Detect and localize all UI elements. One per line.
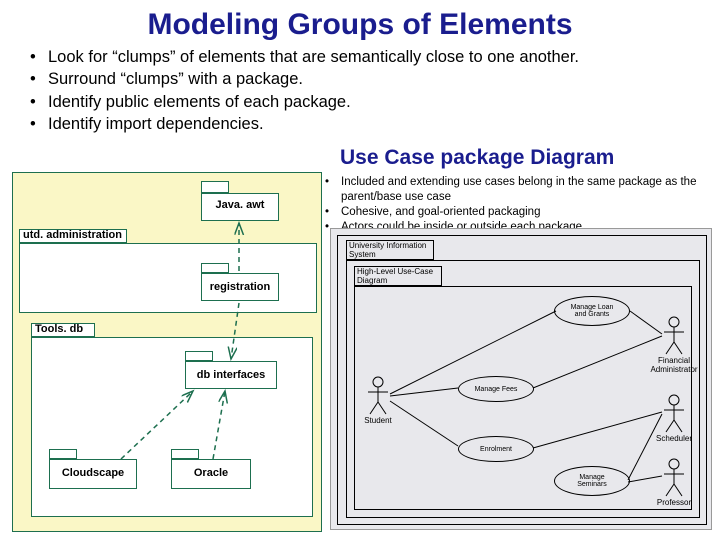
subheading: Use Case package Diagram xyxy=(340,146,614,170)
bullet-text: Look for “clumps” of elements that are s… xyxy=(48,46,579,68)
package-label: registration xyxy=(201,281,279,293)
package-label: db interfaces xyxy=(185,369,277,381)
package-tab xyxy=(185,351,213,361)
bullet-dot: • xyxy=(30,91,48,113)
package-label: Tools. db xyxy=(33,323,97,335)
bullet-item: • Identify public elements of each packa… xyxy=(30,91,700,113)
usecase-fees: Manage Fees xyxy=(458,376,534,402)
bullet-text: Identify public elements of each package… xyxy=(48,91,351,113)
sub-bullet-text: Cohesive, and goal-oriented packaging xyxy=(341,205,540,220)
usecase-enrolment: Enrolment xyxy=(458,436,534,462)
bullet-dot: • xyxy=(30,68,48,90)
package-tab xyxy=(201,263,229,273)
sub-bullet-item: • Cohesive, and goal-oriented packaging xyxy=(325,205,715,220)
slide-title: Modeling Groups of Elements xyxy=(0,0,720,46)
package-tab xyxy=(49,449,77,459)
sub-bullets: • Included and extending use cases belon… xyxy=(325,175,715,235)
ucd-inner-label: High-Level Use-Case Diagram xyxy=(357,267,441,285)
main-bullets: • Look for “clumps” of elements that are… xyxy=(0,46,720,139)
ucd-system-label: University Information System xyxy=(349,241,433,259)
bullet-dot: • xyxy=(325,175,341,190)
bullet-text: Surround “clumps” with a package. xyxy=(48,68,303,90)
usecase-loan: Manage Loan and Grants xyxy=(554,296,630,326)
actor-label: Scheduler xyxy=(650,434,698,443)
ucd-frame: University Information System High-Level… xyxy=(337,235,707,525)
package-tab xyxy=(171,449,199,459)
package-label: Oracle xyxy=(171,467,251,479)
bullet-text: Identify import dependencies. xyxy=(48,113,264,135)
bullet-dot: • xyxy=(30,46,48,68)
actor-label: Financial Administrator xyxy=(646,356,702,374)
sub-bullet-item: • Included and extending use cases belon… xyxy=(325,175,715,205)
package-diagram: Java. awt utd. administration registrati… xyxy=(12,172,322,532)
actor-label: Professor xyxy=(650,498,698,507)
package-label: utd. administration xyxy=(21,229,129,241)
bullet-item: • Look for “clumps” of elements that are… xyxy=(30,46,700,68)
package-label: Cloudscape xyxy=(49,467,137,479)
package-label: Java. awt xyxy=(201,199,279,211)
bullet-item: • Identify import dependencies. xyxy=(30,113,700,135)
package-tab xyxy=(201,181,229,193)
bullet-item: • Surround “clumps” with a package. xyxy=(30,68,700,90)
actor-label: Student xyxy=(360,416,396,425)
bullet-dot: • xyxy=(325,205,341,220)
usecase-diagram: University Information System High-Level… xyxy=(330,228,712,530)
bullet-dot: • xyxy=(30,113,48,135)
sub-bullet-text: Included and extending use cases belong … xyxy=(341,175,715,205)
usecase-seminars: Manage Seminars xyxy=(554,466,630,496)
